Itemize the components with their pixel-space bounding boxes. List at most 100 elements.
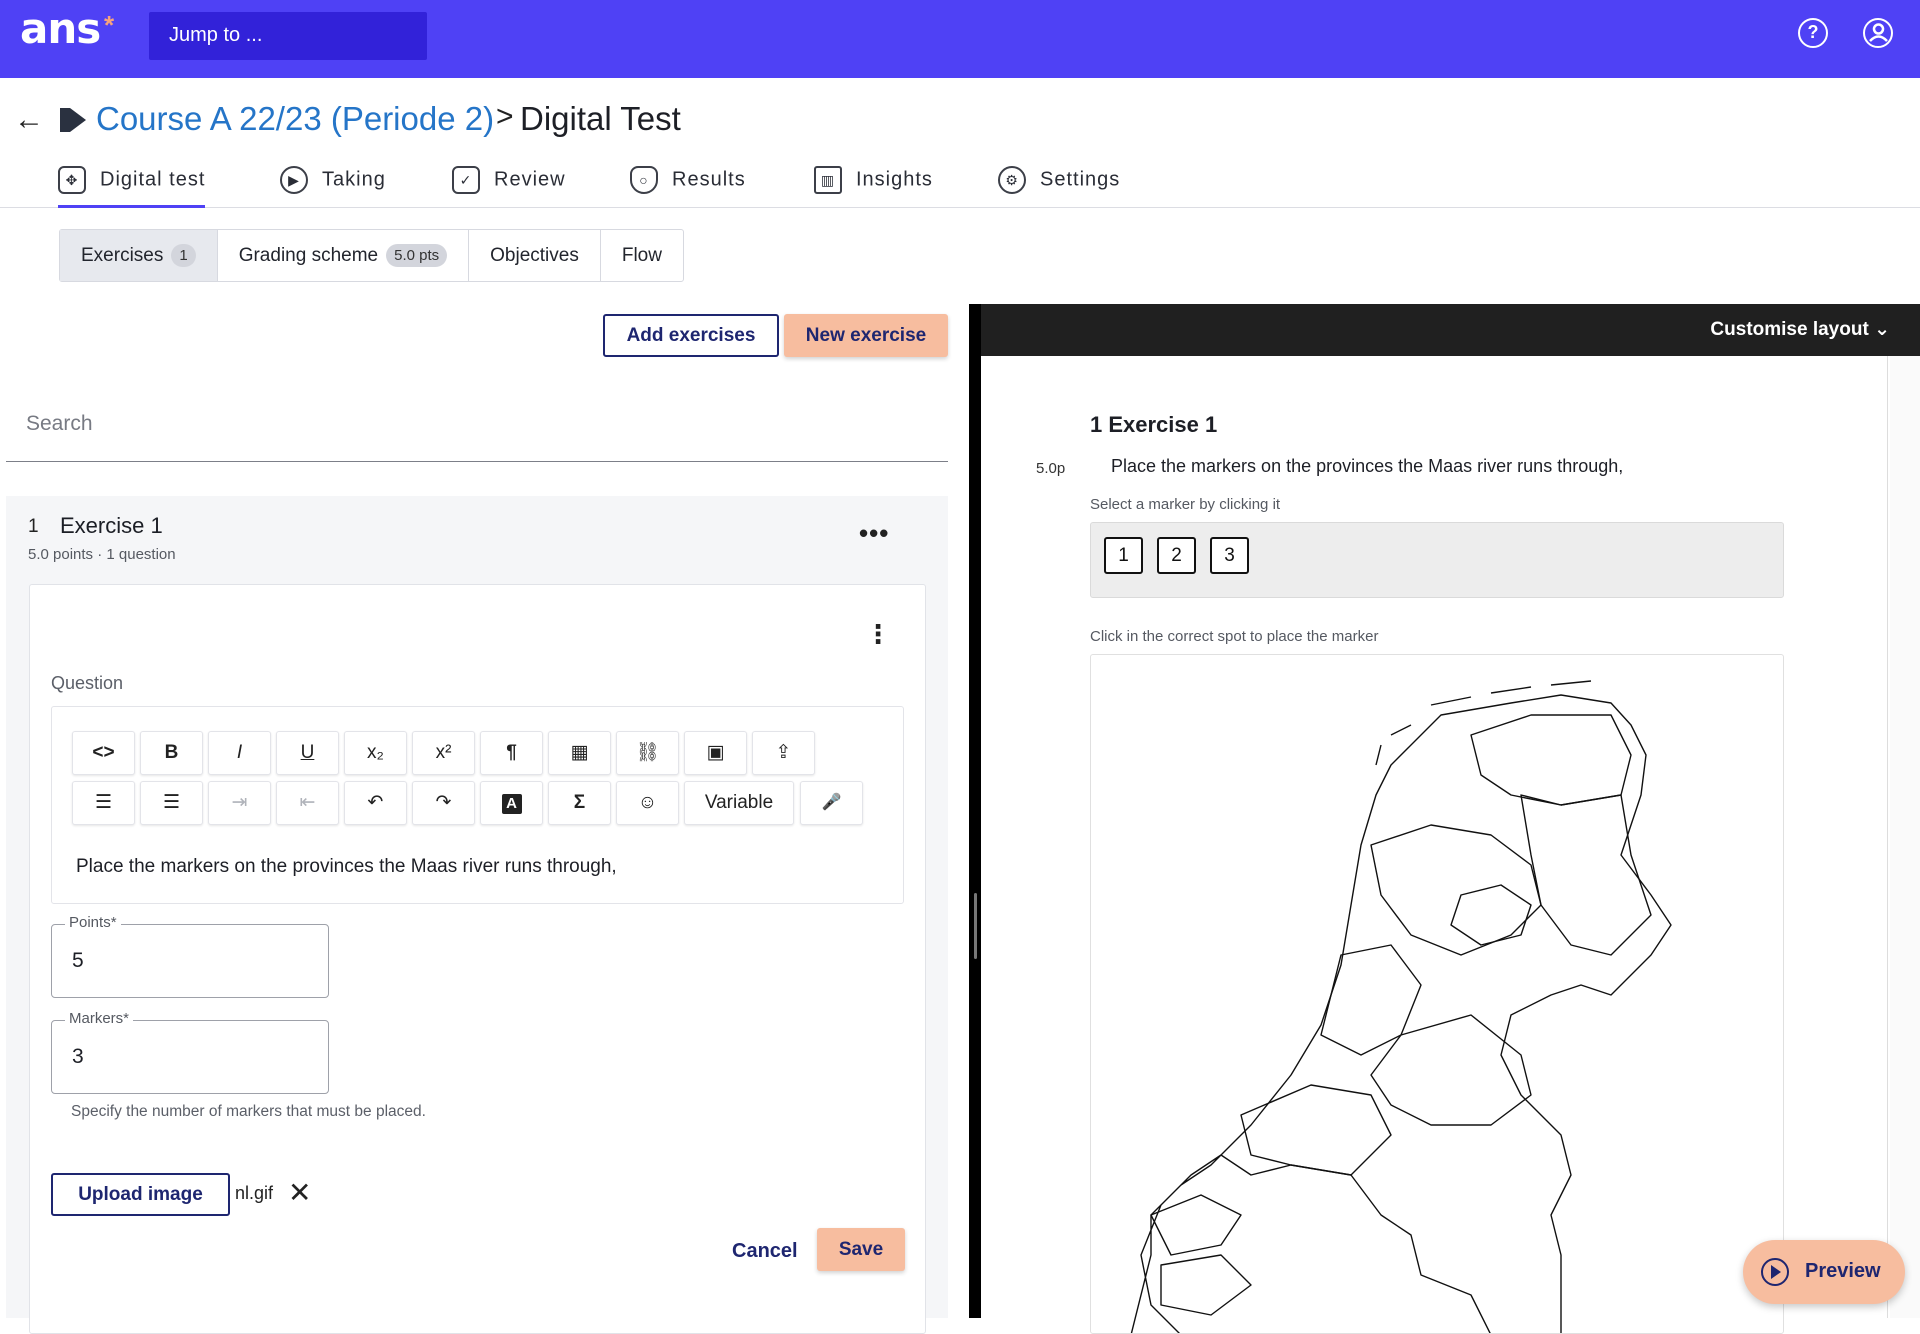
link-icon[interactable]: ⛓ <box>616 731 679 775</box>
subtab-flow[interactable]: Flow <box>601 230 683 281</box>
new-exercise-button[interactable]: New exercise <box>784 314 948 357</box>
table-icon[interactable]: ▦ <box>548 731 611 775</box>
tab-review[interactable]: ✓ Review <box>452 158 566 208</box>
indent-icon[interactable]: ⇥ <box>208 781 271 825</box>
map-wadden-islands <box>1375 680 1592 766</box>
emoji-icon[interactable]: ☺ <box>616 781 679 825</box>
exercise-count-badge: 1 <box>171 244 196 267</box>
outdent-icon[interactable]: ⇤ <box>276 781 339 825</box>
markers-field[interactable]: Markers* 3 <box>51 1010 329 1094</box>
question-editor: ⋮ Question <> B I U x₂ x² ¶ ▦ ⛓ ▣ ⇪ ☰ ☰ … <box>29 584 926 1334</box>
code-button[interactable]: <> <box>72 731 135 775</box>
gear-icon: ⚙ <box>998 166 1026 194</box>
subtab-label: Exercises <box>81 244 164 266</box>
question-more-button[interactable]: ⋮ <box>865 619 891 650</box>
exercise-number: 1 <box>28 516 39 537</box>
marker-1[interactable]: 1 <box>1104 537 1143 574</box>
logo-star-icon: * <box>104 10 115 40</box>
add-exercises-button[interactable]: Add exercises <box>603 314 779 357</box>
question-label: Question <box>51 673 124 693</box>
map-province-southeast <box>1240 1084 1392 1176</box>
user-glyph-icon <box>1868 23 1888 42</box>
exercise-card: 1 Exercise 1 5.0 points · 1 question •••… <box>6 496 948 1334</box>
underline-button[interactable]: U <box>276 731 339 775</box>
superscript-button[interactable]: x² <box>412 731 475 775</box>
tab-label: Results <box>672 168 746 191</box>
page-header: ← Course A 22/23 (Periode 2) > Digital T… <box>0 78 1920 208</box>
breadcrumb-chevron-tip <box>70 108 86 132</box>
tab-results[interactable]: ○ Results <box>630 158 746 208</box>
breadcrumb-course-link[interactable]: Course A 22/23 (Periode 2) <box>96 100 494 138</box>
netherlands-map-image <box>1130 680 1672 1333</box>
back-arrow-icon[interactable]: ← <box>14 103 44 137</box>
preview-button-label: Preview <box>1805 1260 1881 1282</box>
customise-layout-button[interactable]: Customise layout ⌄ <box>1710 318 1890 341</box>
subscript-button[interactable]: x₂ <box>344 731 407 775</box>
breadcrumb-chevron-icon <box>60 108 70 132</box>
app-logo[interactable]: ans <box>20 4 101 53</box>
bar-chart-icon: ▥ <box>814 166 842 194</box>
comment-check-icon: ✓ <box>452 166 480 194</box>
bullet-list-icon[interactable]: ☰ <box>140 781 203 825</box>
preview-scrollbar[interactable] <box>1890 356 1920 1318</box>
subtab-objectives[interactable]: Objectives <box>469 230 601 281</box>
rich-text-editor: <> B I U x₂ x² ¶ ▦ ⛓ ▣ ⇪ ☰ ☰ ⇥ ⇤ ↶ ↷ A Σ… <box>51 706 904 904</box>
text-color-glyph: A <box>501 794 522 814</box>
netherlands-map[interactable] <box>1090 654 1784 1334</box>
points-field[interactable]: Points* 5 <box>51 914 329 998</box>
redo-icon[interactable]: ↷ <box>412 781 475 825</box>
embed-icon[interactable]: ⇪ <box>752 731 815 775</box>
top-bar: ans * Jump to ... ? <box>0 0 1920 78</box>
upload-image-button[interactable]: Upload image <box>51 1173 230 1216</box>
page-title: Digital Test <box>520 100 681 137</box>
formula-button[interactable]: Σ <box>548 781 611 825</box>
jump-to-input[interactable]: Jump to ... <box>149 12 427 60</box>
tab-insights[interactable]: ▥ Insights <box>814 158 933 208</box>
variable-button[interactable]: Variable <box>684 781 794 825</box>
ordered-list-icon[interactable]: ☰ <box>72 781 135 825</box>
paragraph-button[interactable]: ¶ <box>480 731 543 775</box>
puzzle-icon: ✥ <box>58 166 86 194</box>
exercise-title[interactable]: Exercise 1 <box>60 513 163 539</box>
marker-2[interactable]: 2 <box>1157 537 1196 574</box>
bold-button[interactable]: B <box>140 731 203 775</box>
cancel-button[interactable]: Cancel <box>732 1240 798 1263</box>
preview-pane: 1 Exercise 1 5.0p Place the markers on t… <box>981 356 1888 1334</box>
preview-points: 5.0p <box>1036 460 1066 477</box>
markers-value: 3 <box>72 1045 84 1068</box>
exercise-more-button[interactable]: ••• <box>859 518 889 549</box>
tab-digital-test[interactable]: ✥ Digital test <box>58 158 206 208</box>
image-icon[interactable]: ▣ <box>684 731 747 775</box>
pane-resize-handle[interactable] <box>974 893 977 959</box>
pane-divider[interactable] <box>969 304 981 1318</box>
subtab-grading-scheme[interactable]: Grading scheme 5.0 pts <box>218 230 470 281</box>
subtab-label: Grading scheme <box>238 244 379 266</box>
user-circle-icon[interactable] <box>1863 18 1893 48</box>
italic-button[interactable]: I <box>208 731 271 775</box>
points-label: Points* <box>65 914 121 931</box>
undo-icon[interactable]: ↶ <box>344 781 407 825</box>
points-badge: 5.0 pts <box>386 244 448 267</box>
text-color-icon[interactable]: A <box>480 781 543 825</box>
save-button[interactable]: Save <box>817 1228 905 1271</box>
help-circle-icon[interactable]: ? <box>1798 18 1828 48</box>
play-circle-icon <box>1761 1258 1789 1286</box>
select-marker-hint: Select a marker by clicking it <box>1090 496 1281 513</box>
remove-file-icon[interactable]: ✕ <box>288 1176 311 1209</box>
preview-button[interactable]: Preview <box>1743 1240 1905 1304</box>
shield-icon: ○ <box>630 166 658 194</box>
tab-settings[interactable]: ⚙ Settings <box>998 158 1120 208</box>
microphone-icon[interactable]: 🎤 <box>800 781 863 825</box>
marker-3[interactable]: 3 <box>1210 537 1249 574</box>
map-lake <box>1450 884 1532 946</box>
markers-label: Markers* <box>65 1010 134 1027</box>
search-input[interactable]: Search <box>6 404 948 462</box>
question-text[interactable]: Place the markers on the provinces the M… <box>76 856 617 878</box>
tab-label: Insights <box>856 168 933 191</box>
map-province-west <box>1320 944 1422 1056</box>
tab-label: Settings <box>1040 168 1121 191</box>
map-coastline <box>1130 694 1672 1333</box>
breadcrumb-separator: > <box>496 100 514 133</box>
subtab-exercises[interactable]: Exercises 1 <box>60 230 218 281</box>
tab-taking[interactable]: ▶ Taking <box>280 158 386 208</box>
